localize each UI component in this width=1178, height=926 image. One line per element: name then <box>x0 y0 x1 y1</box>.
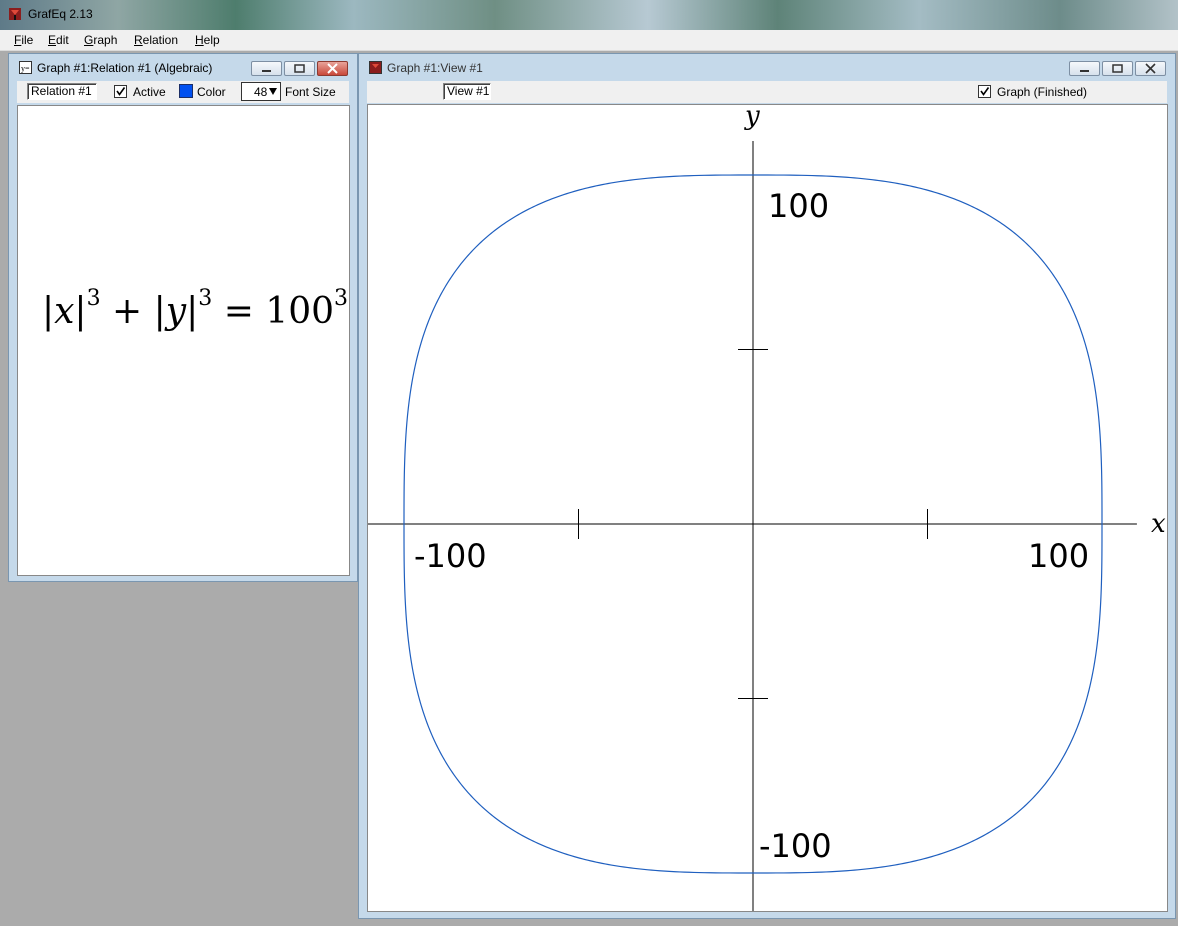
graph-canvas[interactable]: x y -100 100 100 -100 <box>367 104 1168 912</box>
graph-status-label: Graph (Finished) <box>997 85 1088 99</box>
equation-term-y: |y| <box>153 291 199 332</box>
graph-status-checkbox[interactable] <box>978 85 991 98</box>
view-toolbar: View #1 Graph (Finished) <box>367 81 1167 103</box>
equation-exponent: 3 <box>334 286 349 311</box>
equation-exponent: 3 <box>86 286 101 311</box>
relation-editor[interactable]: |x|3 + |y|3 = 1003 <box>17 105 350 576</box>
menu-edit[interactable]: Edit <box>48 33 69 47</box>
font-size-label: Font Size <box>285 85 336 99</box>
y-axis-label: y <box>744 105 760 131</box>
y-tick-label: 100 <box>768 187 829 225</box>
relation-window-title: Graph #1:Relation #1 (Algebraic) <box>37 61 213 75</box>
color-swatch[interactable] <box>179 84 193 98</box>
y-tick-label: -100 <box>759 827 832 865</box>
x-tick-label: -100 <box>414 537 487 575</box>
maximize-button[interactable] <box>1102 61 1133 76</box>
relation-name-field[interactable]: Relation #1 <box>27 83 97 100</box>
view-window-title: Graph #1:View #1 <box>387 61 483 75</box>
relation-toolbar: Relation #1 Active Color 48 Font Size <box>17 81 349 103</box>
app-titlebar: GrafEq 2.13 <box>0 0 1178 30</box>
relation-window[interactable]: y= Graph #1:Relation #1 (Algebraic) Rela… <box>8 53 358 582</box>
view-name-field[interactable]: View #1 <box>443 83 491 100</box>
close-icon <box>327 63 338 74</box>
grafeq-logo-icon <box>9 8 21 20</box>
restore-icon <box>294 64 305 73</box>
minimize-icon <box>262 70 271 72</box>
x-axis-label: x <box>1151 509 1166 539</box>
font-size-value: 48 <box>254 85 268 99</box>
minimize-icon <box>1080 70 1089 72</box>
dropdown-arrow-icon <box>269 88 277 95</box>
equation-equals: = <box>223 291 254 332</box>
x-tick-label: 100 <box>1028 537 1089 575</box>
maximize-button[interactable] <box>284 61 315 76</box>
equation-plus: + <box>112 291 143 332</box>
equation-exponent: 3 <box>198 286 213 311</box>
equation-term-x: |x| <box>42 291 87 332</box>
color-label: Color <box>197 85 226 99</box>
app-title: GrafEq 2.13 <box>28 7 93 21</box>
svg-text:y=: y= <box>21 64 30 73</box>
close-button[interactable] <box>1135 61 1166 76</box>
menubar: File Edit Graph Relation Help <box>0 30 1178 51</box>
view-window[interactable]: Graph #1:View #1 View #1 Graph (Finished… <box>358 53 1176 919</box>
active-checkbox[interactable] <box>114 85 127 98</box>
relation-window-icon: y= <box>19 61 32 74</box>
grafeq-view-icon <box>369 61 382 74</box>
menu-relation[interactable]: Relation <box>134 33 178 47</box>
font-size-select[interactable]: 48 <box>241 82 281 101</box>
equation-rhs: 100 <box>265 291 335 332</box>
restore-icon <box>1112 64 1123 73</box>
equation: |x|3 + |y|3 = 1003 <box>42 286 348 332</box>
graph-plot: x y -100 100 100 -100 <box>368 105 1166 911</box>
close-icon <box>1145 63 1156 74</box>
active-label: Active <box>133 85 166 99</box>
minimize-button[interactable] <box>251 61 282 76</box>
menu-help[interactable]: Help <box>195 33 220 47</box>
check-icon <box>980 87 990 96</box>
close-button[interactable] <box>317 61 348 76</box>
minimize-button[interactable] <box>1069 61 1100 76</box>
menu-file[interactable]: File <box>14 33 33 47</box>
check-icon <box>116 87 126 96</box>
menu-graph[interactable]: Graph <box>84 33 117 47</box>
